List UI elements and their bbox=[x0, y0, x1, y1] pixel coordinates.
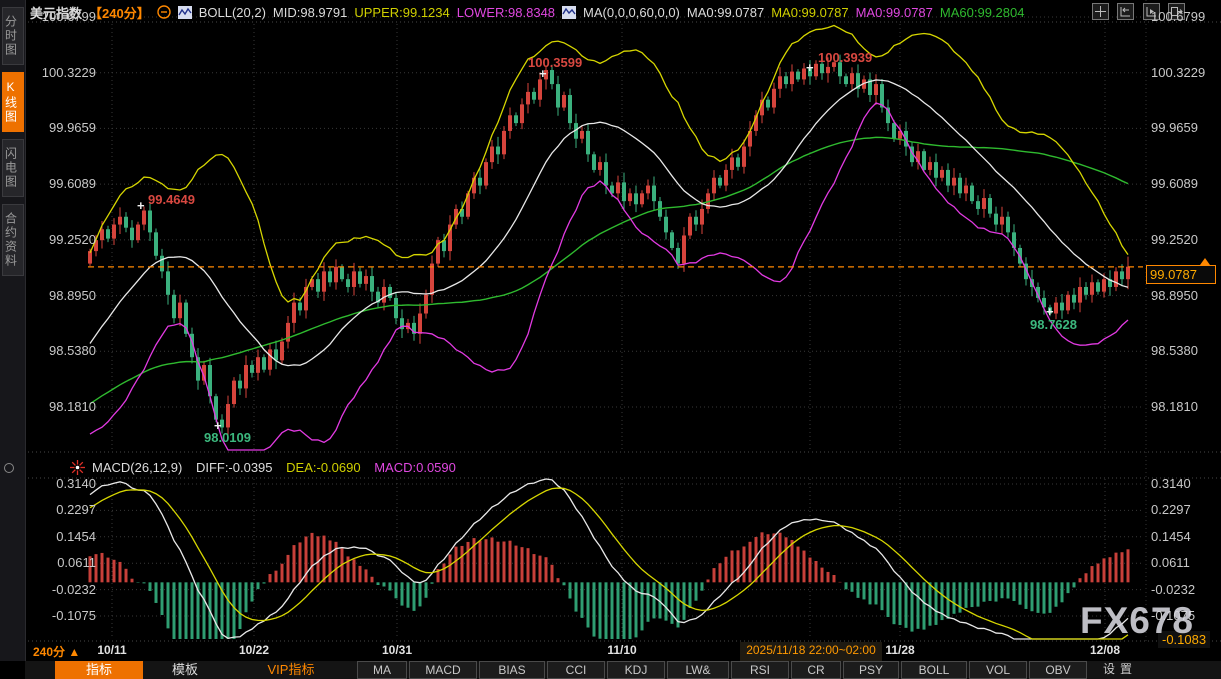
boll-mid-value: MID:98.9791 bbox=[273, 5, 347, 20]
annotation-low1: 98.0109 bbox=[204, 430, 251, 445]
annotation-low2: 98.7628 bbox=[1030, 317, 1077, 332]
boll-lower-value: LOWER:98.8348 bbox=[457, 5, 555, 20]
x-axis-label: 10/11 bbox=[82, 643, 142, 657]
toolbar-indicator-button[interactable]: 指标 bbox=[55, 661, 143, 679]
y-axis-label-left: 99.2520 bbox=[30, 232, 96, 247]
y-axis-label-right: 98.1810 bbox=[1151, 399, 1217, 414]
toolbar-boll-button[interactable]: BOLL bbox=[901, 661, 967, 679]
toolbar-rsi-button[interactable]: RSI bbox=[731, 661, 789, 679]
y-axis-label-left: 0.0611 bbox=[30, 555, 96, 570]
chart-header: 美元指数 【240分】 BOLL(20,2) MID:98.9791 UPPER… bbox=[30, 3, 1024, 21]
bottom-toolbar: 指标 模板 VIP指标 MA MACD BIAS CCI KDJ LW& RSI… bbox=[25, 661, 1221, 679]
toolbar-obv-button[interactable]: OBV bbox=[1029, 661, 1087, 679]
boll-upper-value: UPPER:99.1234 bbox=[354, 5, 449, 20]
y-axis-label-right: 98.5380 bbox=[1151, 343, 1217, 358]
toolbar-vol-button[interactable]: VOL bbox=[969, 661, 1027, 679]
ma-label: MA(0,0,0,60,0,0) bbox=[583, 5, 680, 20]
period-badge[interactable]: 【240分】 bbox=[89, 3, 150, 22]
macd-header: MACD(26,12,9) DIFF:-0.0395 DEA:-0.0690 M… bbox=[92, 460, 466, 475]
y-axis-label-left: 0.3140 bbox=[30, 476, 96, 491]
x-axis-label: 10/22 bbox=[224, 643, 284, 657]
toolbar-settings-button[interactable]: 设置 bbox=[1089, 661, 1151, 679]
y-axis-label-right: 99.6089 bbox=[1151, 176, 1217, 191]
y-axis-label-left: 0.2297 bbox=[30, 502, 96, 517]
y-axis-label-left: 100.6799 bbox=[30, 9, 96, 24]
boll-label: BOLL(20,2) bbox=[199, 5, 266, 20]
macd-params-label: MACD(26,12,9) bbox=[92, 460, 182, 475]
ma0-magenta-value: MA0:99.0787 bbox=[856, 5, 933, 20]
period-readout[interactable]: 240分 ▲ bbox=[33, 643, 80, 660]
pan-move-icon[interactable] bbox=[1092, 3, 1109, 20]
y-axis-label-left: 99.6089 bbox=[30, 176, 96, 191]
y-axis-label-right: 0.1454 bbox=[1151, 529, 1217, 544]
y-axis-label-left: 100.3229 bbox=[30, 65, 96, 80]
toolbar-template-button[interactable]: 模板 bbox=[145, 661, 225, 679]
ma60-value: MA60:99.2804 bbox=[940, 5, 1025, 20]
y-axis-label-right: 99.2520 bbox=[1151, 232, 1217, 247]
axis-scale-left-icon[interactable] bbox=[1117, 3, 1134, 20]
toolbar-bias-button[interactable]: BIAS bbox=[479, 661, 545, 679]
ma0-white-value: MA0:99.0787 bbox=[687, 5, 764, 20]
indicator-settings-icon[interactable] bbox=[70, 460, 85, 475]
y-axis-label-right: -0.0232 bbox=[1151, 582, 1217, 597]
x-axis-label: 11/10 bbox=[592, 643, 652, 657]
macd-dea-value: DEA:-0.0690 bbox=[286, 460, 360, 475]
x-axis-row: 240分 ▲ 10/11 10/22 10/31 11/10 11/28 12/… bbox=[0, 643, 1221, 660]
y-axis-label-left: -0.0232 bbox=[30, 582, 96, 597]
annotation-peak2: 100.3939 bbox=[818, 50, 872, 65]
x-axis-label: 10/31 bbox=[367, 643, 427, 657]
y-axis-label-left: 98.8950 bbox=[30, 288, 96, 303]
marker-cross-icon: + bbox=[137, 198, 145, 213]
y-axis-label-right: 100.3229 bbox=[1151, 65, 1217, 80]
y-axis-label-right: 99.9659 bbox=[1151, 120, 1217, 135]
y-axis-label-right: 0.3140 bbox=[1151, 476, 1217, 491]
macd-diff-value: DIFF:-0.0395 bbox=[196, 460, 273, 475]
current-price-tag: 99.0787 bbox=[1146, 265, 1216, 284]
toolbar-lw-button[interactable]: LW& bbox=[667, 661, 729, 679]
toolbar-cr-button[interactable]: CR bbox=[791, 661, 841, 679]
boll-indicator-icon[interactable] bbox=[178, 6, 192, 19]
marker-cross-icon: + bbox=[806, 60, 814, 75]
y-axis-label-right: 0.2297 bbox=[1151, 502, 1217, 517]
toolbar-kdj-button[interactable]: KDJ bbox=[607, 661, 665, 679]
toolbar-psy-button[interactable]: PSY bbox=[843, 661, 899, 679]
zoom-out-icon[interactable] bbox=[157, 5, 171, 19]
toolbar-vip-indicator-button[interactable]: VIP指标 bbox=[227, 661, 355, 679]
toolbar-cci-button[interactable]: CCI bbox=[547, 661, 605, 679]
toolbar-ma-button[interactable]: MA bbox=[357, 661, 407, 679]
y-axis-label-left: 98.1810 bbox=[30, 399, 96, 414]
y-axis-label-left: 0.1454 bbox=[30, 529, 96, 544]
x-axis-label: 12/08 bbox=[1075, 643, 1135, 657]
ma0-yellow-value: MA0:99.0787 bbox=[771, 5, 848, 20]
y-axis-label-left: 99.9659 bbox=[30, 120, 96, 135]
price-up-triangle-icon bbox=[1200, 258, 1210, 265]
y-axis-label-left: -0.1075 bbox=[30, 608, 96, 623]
annotation-high1: 99.4649 bbox=[148, 192, 195, 207]
macd-macd-value: MACD:0.0590 bbox=[374, 460, 456, 475]
y-axis-label-right: 100.6799 bbox=[1151, 9, 1217, 24]
y-axis-label-left: 98.5380 bbox=[30, 343, 96, 358]
ma-indicator-icon[interactable] bbox=[562, 6, 576, 19]
watermark: FX678 bbox=[1080, 600, 1194, 642]
y-axis-label-right: 98.8950 bbox=[1151, 288, 1217, 303]
annotation-peak1: 100.3599 bbox=[528, 55, 582, 70]
y-axis-label-right: 0.0611 bbox=[1151, 555, 1217, 570]
toolbar-macd-button[interactable]: MACD bbox=[409, 661, 477, 679]
